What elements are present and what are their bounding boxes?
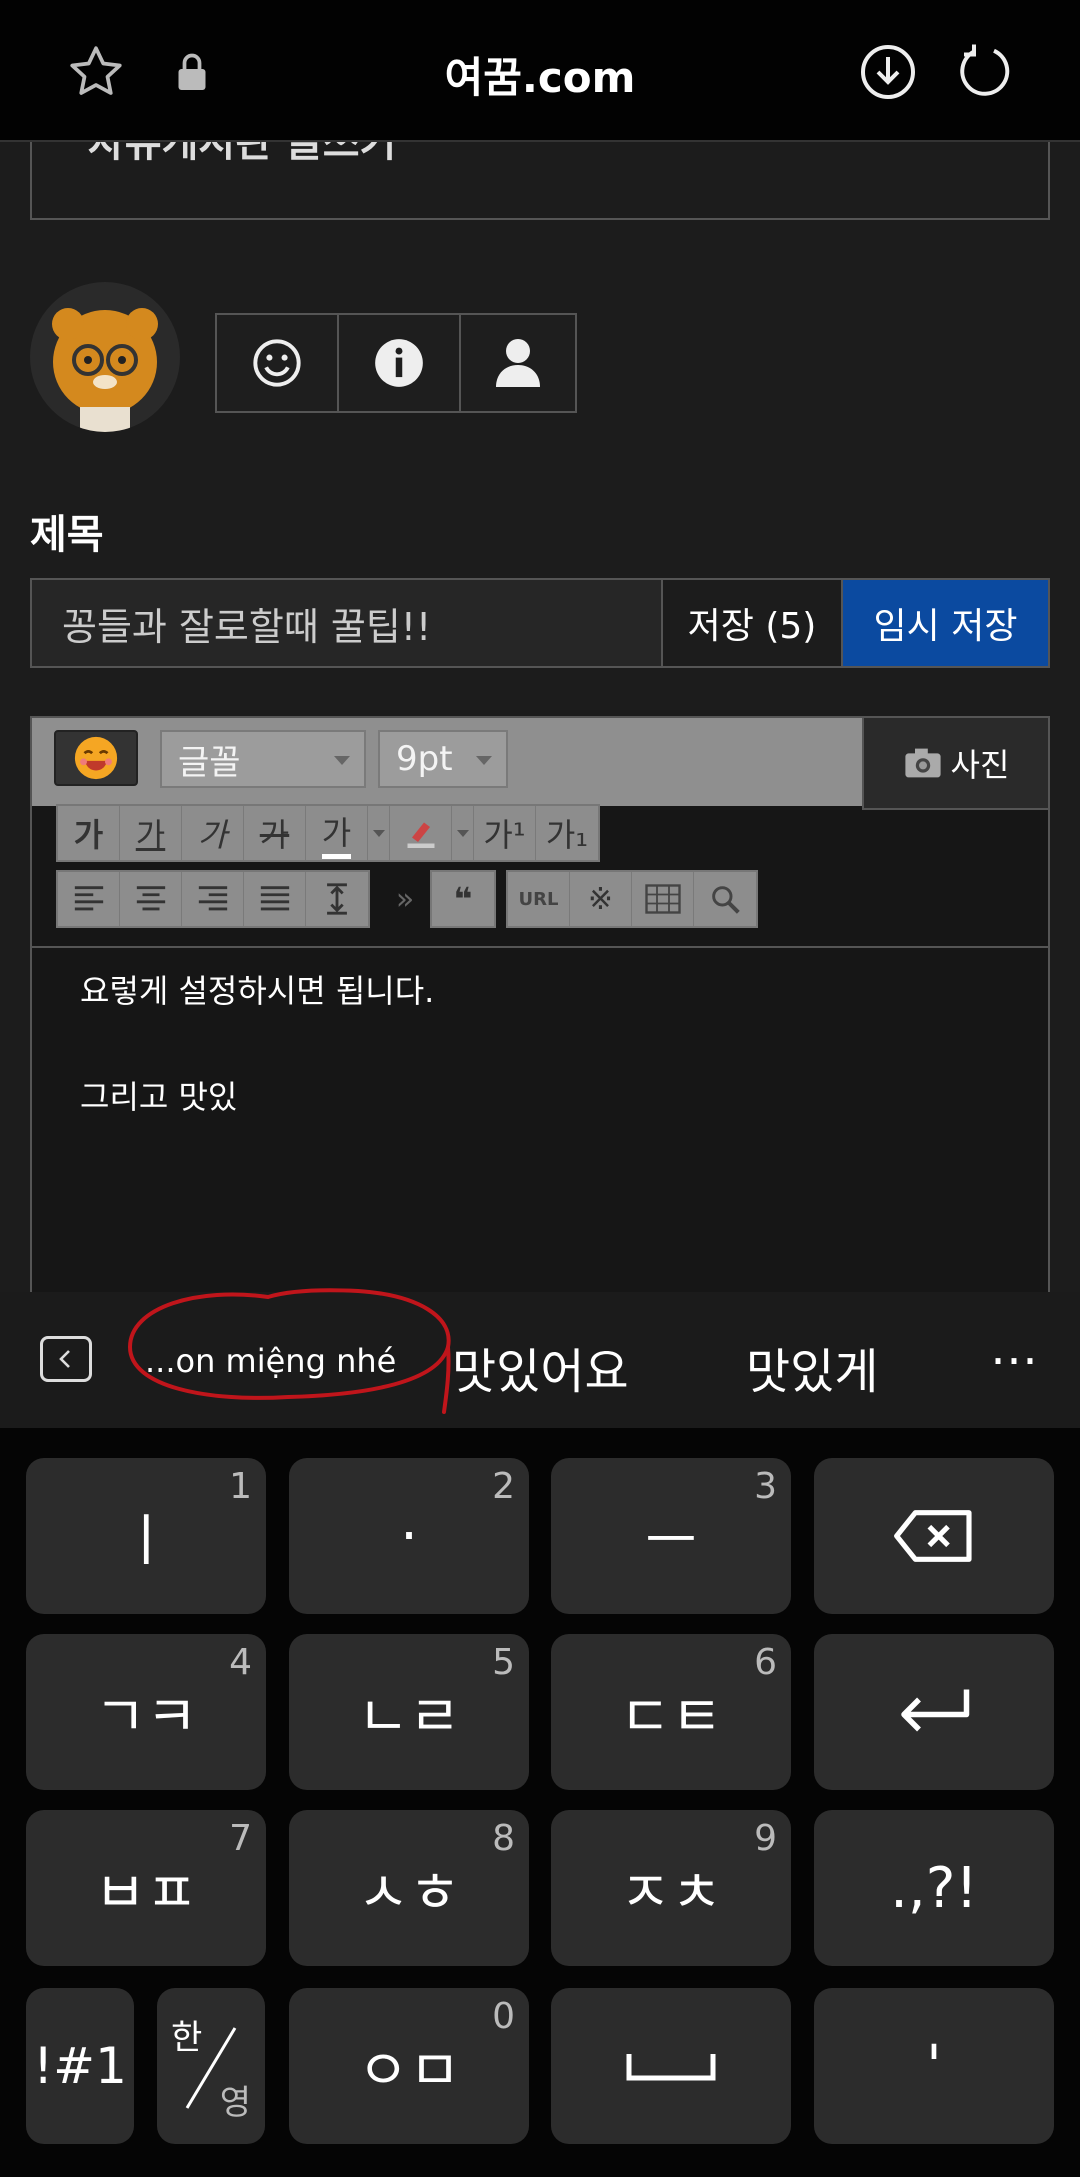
align-left-icon <box>74 886 103 911</box>
language-toggle-key[interactable]: 한 영 <box>157 1988 265 2144</box>
backspace-icon <box>894 1510 972 1562</box>
align-center-tool[interactable] <box>120 872 182 926</box>
title-row: 꽁들과 잘로할때 꿀팁!! 저장 (5) 임시 저장 <box>30 578 1050 668</box>
browser-top-bar: 여꿈.com <box>0 0 1080 142</box>
align-group <box>56 870 370 928</box>
title-label: 제목 <box>30 512 104 558</box>
editor-toolbar-top: 글꼴 9pt <box>32 718 862 806</box>
camera-icon <box>904 748 941 778</box>
suggestion-back-button[interactable] <box>40 1336 92 1382</box>
key-b-p[interactable]: ㅂㅍ 7 <box>26 1810 266 1966</box>
emoji-picker-button[interactable] <box>54 730 138 786</box>
user-button[interactable] <box>461 315 575 411</box>
space-icon <box>626 2054 716 2081</box>
font-color-dropdown[interactable] <box>368 806 390 860</box>
smile-icon <box>253 339 301 387</box>
korean-keyboard: ㅣ1 · 2 ㅡ3 ㄱㅋ 4 ㄴㄹ 5 ㄷㅌ 6 ㅂㅍ 7 ㅅㅎ 8 ㅈㅊ 9 .,?! !#… <box>0 1428 1080 2177</box>
toolbar-more-icon[interactable]: » <box>380 870 430 928</box>
table-icon <box>644 884 681 914</box>
emoticon-button[interactable] <box>217 315 339 411</box>
search-icon <box>712 886 740 914</box>
editor-divider <box>32 946 1048 948</box>
board-heading-box: 자유게시판 글쓰기 <box>30 142 1050 220</box>
key-horizontal-stroke[interactable]: ㅡ3 <box>551 1458 791 1614</box>
chevron-down-icon <box>372 829 385 837</box>
emoji-icon <box>74 736 118 780</box>
align-justify-tool[interactable] <box>244 872 306 926</box>
font-color-tool[interactable]: 가 <box>306 806 368 860</box>
superscript-tool[interactable]: 가¹ <box>474 806 536 860</box>
highlighter-icon <box>407 822 434 848</box>
key-o-m[interactable]: ㅇㅁ 0 <box>289 1988 529 2144</box>
backspace-key[interactable] <box>814 1458 1054 1614</box>
highlight-dropdown[interactable] <box>452 806 474 860</box>
title-input[interactable]: 꽁들과 잘로할때 꿀팁!! <box>32 580 663 666</box>
user-icon <box>496 339 540 387</box>
line-height-icon <box>327 883 347 915</box>
key-j-ch[interactable]: ㅈㅊ 9 <box>551 1810 791 1966</box>
chevron-left-icon <box>59 1350 70 1368</box>
line-height-tool[interactable] <box>306 872 368 926</box>
bold-tool[interactable]: 가 <box>58 806 120 860</box>
enter-icon <box>901 1689 970 1732</box>
temp-save-button[interactable]: 임시 저장 <box>843 580 1048 666</box>
subscript-tool[interactable]: 가₁ <box>536 806 598 860</box>
align-right-tool[interactable] <box>182 872 244 926</box>
key-dot[interactable]: · 2 <box>289 1458 529 1614</box>
search-tool[interactable] <box>694 872 756 926</box>
align-right-icon <box>198 886 227 911</box>
editor-line-1[interactable]: 요렇게 설정하시면 됩니다. <box>80 966 434 1012</box>
special-char-tool[interactable]: ※ <box>570 872 632 926</box>
post-editor: 글꼴 9pt 사진 가 가 가 가 가 가¹ 가₁ » ❝ URL ※ 요렇게 … <box>30 716 1050 1292</box>
suggestion-item[interactable]: 맛있게 <box>746 1332 878 1402</box>
photo-button[interactable]: 사진 <box>862 718 1048 810</box>
punctuation-key[interactable]: .,?! <box>814 1810 1054 1966</box>
strikethrough-tool[interactable]: 가 <box>244 806 306 860</box>
table-tool[interactable] <box>632 872 694 926</box>
key-g-k[interactable]: ㄱㅋ 4 <box>26 1634 266 1790</box>
chevron-down-icon <box>456 829 469 837</box>
enter-key[interactable] <box>814 1634 1054 1790</box>
suggestion-item[interactable]: 맛있어요 <box>452 1332 629 1402</box>
key-n-r[interactable]: ㄴㄹ 5 <box>289 1634 529 1790</box>
editor-align-toolbar: » ❝ URL ※ <box>56 870 768 928</box>
symbols-key[interactable]: !#1 <box>26 1988 134 2144</box>
url-tool[interactable]: URL <box>508 872 570 926</box>
quote-group: ❝ <box>430 870 496 928</box>
align-center-icon <box>136 886 165 911</box>
highlight-tool[interactable] <box>390 806 452 860</box>
key-s-h[interactable]: ㅅㅎ 8 <box>289 1810 529 1966</box>
underline-tool[interactable]: 가 <box>120 806 182 860</box>
save-button[interactable]: 저장 (5) <box>663 580 843 666</box>
info-icon <box>375 339 423 387</box>
profile-icon-group <box>215 313 577 413</box>
reload-icon[interactable] <box>952 40 1016 104</box>
space-key[interactable] <box>551 1988 791 2144</box>
avatar[interactable] <box>30 282 180 432</box>
font-select[interactable]: 글꼴 <box>160 730 366 788</box>
italic-tool[interactable]: 가 <box>182 806 244 860</box>
size-select[interactable]: 9pt <box>378 730 508 788</box>
insert-group: URL ※ <box>506 870 758 928</box>
more-suggestions-button[interactable]: ⋯ <box>990 1332 1038 1388</box>
chevron-down-icon <box>476 756 492 765</box>
editor-line-2[interactable]: 그리고 맛있 <box>80 1072 237 1118</box>
chevron-down-icon <box>334 756 350 765</box>
info-button[interactable] <box>339 315 461 411</box>
align-left-tool[interactable] <box>58 872 120 926</box>
key-vertical-stroke[interactable]: ㅣ1 <box>26 1458 266 1614</box>
photo-label: 사진 <box>950 746 1010 784</box>
quote-tool[interactable]: ❝ <box>432 872 494 926</box>
align-justify-icon <box>260 886 289 911</box>
clipped-heading: 자유게시판 글쓰기 <box>88 142 397 166</box>
font-select-value: 글꼴 <box>178 742 241 783</box>
red-annotation-circle <box>127 1288 451 1414</box>
editor-format-toolbar: 가 가 가 가 가 가¹ 가₁ <box>56 804 600 862</box>
apostrophe-key[interactable]: ' <box>814 1988 1054 2144</box>
size-select-value: 9pt <box>396 739 453 779</box>
write-post-page: 자유게시판 글쓰기 제목 꽁들과 잘로할때 꿀팁!! 저장 (5) 임시 저장 <box>0 142 1080 1292</box>
download-icon[interactable] <box>856 40 920 104</box>
key-d-t[interactable]: ㄷㅌ 6 <box>551 1634 791 1790</box>
